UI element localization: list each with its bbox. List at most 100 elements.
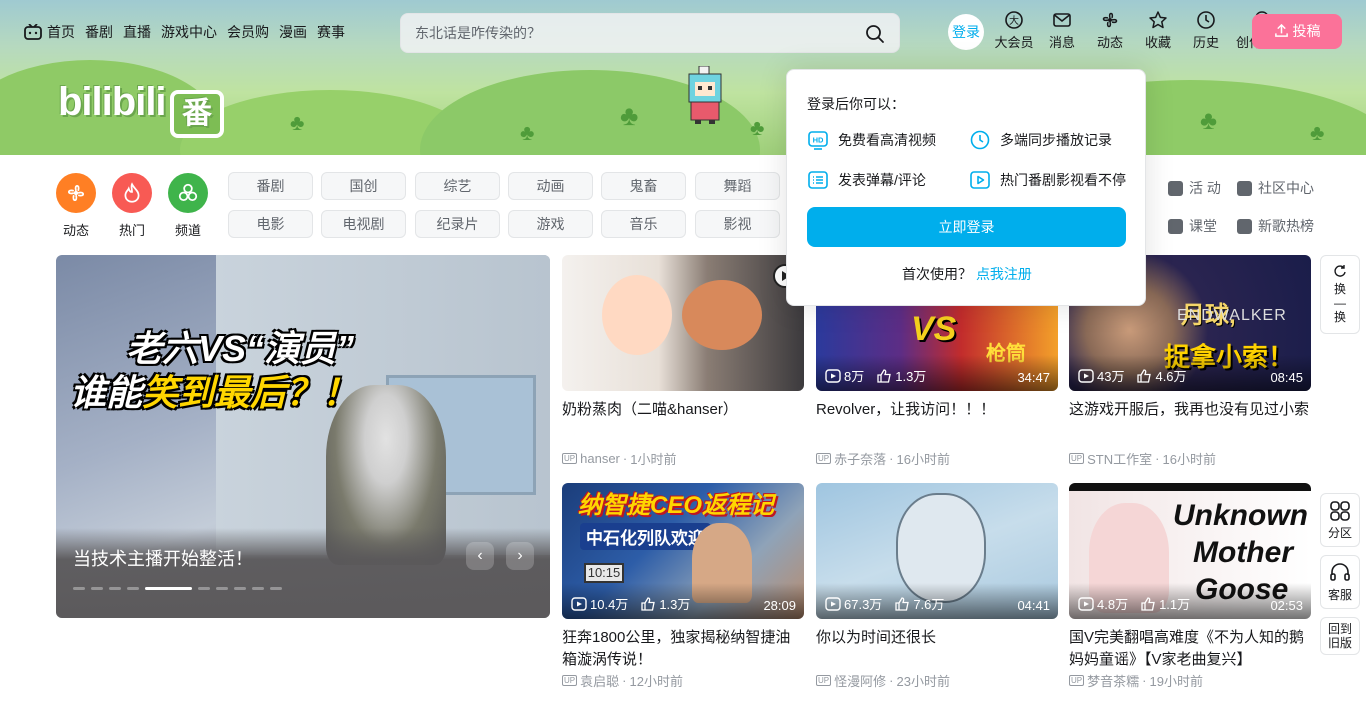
star-icon — [1149, 11, 1167, 29]
tag-game[interactable]: 游戏 — [508, 210, 593, 238]
nav-dynamic[interactable]: 动态 — [1086, 10, 1134, 51]
tag-dance[interactable]: 舞蹈 — [695, 172, 780, 200]
tag-animation[interactable]: 动画 — [508, 172, 593, 200]
carousel-dot[interactable] — [234, 587, 246, 590]
nav-favorite[interactable]: 收藏 — [1134, 10, 1182, 51]
tag-tv[interactable]: 电视剧 — [321, 210, 406, 238]
carousel-dot[interactable] — [73, 587, 85, 590]
up-icon: UP — [562, 675, 578, 686]
carousel-dots[interactable] — [73, 587, 282, 590]
meta-separator: · — [622, 451, 628, 466]
video-thumbnail[interactable]: 纳智捷CEO返程记 中石化列队欢迎 10:15 10.4万 1.3万 28:09 — [562, 483, 804, 619]
upload-button[interactable]: 投稿 — [1252, 14, 1342, 49]
carousel-next-button[interactable]: › — [506, 542, 534, 570]
refresh-button[interactable]: 换 — 换 — [1320, 255, 1360, 334]
nav-game-center[interactable]: 游戏中心 — [161, 22, 217, 42]
like-count-value: 7.6万 — [913, 597, 945, 612]
carousel-dot[interactable] — [270, 587, 282, 590]
nav-mall[interactable]: 会员购 — [227, 22, 269, 42]
extra-activity[interactable]: 活 动 — [1168, 178, 1221, 198]
nav-home[interactable]: 首页 — [47, 22, 75, 42]
mail-icon — [1053, 13, 1071, 27]
channel-channels[interactable]: 频道 — [168, 173, 208, 239]
zone-button[interactable]: 分区 — [1320, 493, 1360, 547]
video-meta[interactable]: UP 赤子奈落 · 16小时前 — [816, 449, 1058, 468]
extra-community[interactable]: 社区中心 — [1237, 178, 1314, 198]
popup-title: 登录后你可以： — [807, 96, 905, 112]
login-avatar-button[interactable]: 登录 — [948, 14, 984, 50]
play-count-icon — [1078, 596, 1094, 611]
carousel-dot[interactable] — [198, 587, 210, 590]
view-count-value: 43万 — [1097, 369, 1125, 384]
video-title[interactable]: 国V完美翻唱高难度《不为人知的鹅妈妈童谣》【V家老曲复兴】 — [1069, 627, 1311, 671]
nav-history[interactable]: 历史 — [1182, 10, 1230, 51]
tag-music[interactable]: 音乐 — [601, 210, 686, 238]
flag-icon — [1168, 180, 1183, 196]
video-card[interactable]: 奶粉蒸肉（二喵&hanser） UP hanser · 1小时前 — [562, 255, 804, 468]
perk-label: 发表弹幕/评论 — [838, 172, 926, 188]
search-box — [400, 13, 900, 53]
carousel-dot[interactable] — [252, 587, 264, 590]
thumb-text: 纳智捷CEO返程记 — [578, 492, 775, 519]
video-thumbnail[interactable]: 67.3万 7.6万 04:41 — [816, 483, 1058, 619]
tag-film[interactable]: 影视 — [695, 210, 780, 238]
nav-vip[interactable]: 大 大会员 — [990, 10, 1038, 51]
tag-guochuang[interactable]: 国创 — [321, 172, 406, 200]
meta-separator: · — [622, 673, 627, 688]
video-thumbnail[interactable] — [562, 255, 804, 391]
bilibili-logo[interactable]: bilibili 番 — [58, 80, 224, 138]
video-meta[interactable]: UP 袁启聪 · 12小时前 — [562, 671, 804, 690]
perk-label: 热门番剧影视看不停 — [1000, 172, 1126, 188]
login-now-button[interactable]: 立即登录 — [807, 207, 1126, 247]
nav-bangumi[interactable]: 番剧 — [85, 22, 113, 42]
nav-manga[interactable]: 漫画 — [279, 22, 307, 42]
video-card[interactable]: 67.3万 7.6万 04:41 你以为时间还很长 UP 怪漫阿修 · 23小时前 — [816, 483, 1058, 690]
tag-movie[interactable]: 电影 — [228, 210, 313, 238]
extra-classroom[interactable]: 课堂 — [1168, 216, 1217, 236]
video-meta[interactable]: UP hanser · 1小时前 — [562, 449, 804, 468]
video-card[interactable]: Unknown Mother Goose 4.8万 1.1万 02:53 国V完… — [1069, 483, 1311, 690]
search-input[interactable] — [415, 23, 845, 43]
carousel-dot[interactable] — [91, 587, 103, 590]
carousel-dot[interactable] — [145, 587, 192, 590]
tag-documentary[interactable]: 纪录片 — [415, 210, 500, 238]
channel-hot[interactable]: 热门 — [112, 173, 152, 239]
nav-message[interactable]: 消息 — [1038, 10, 1086, 51]
carousel-prev-button[interactable]: ‹ — [466, 542, 494, 570]
old-version-button[interactable]: 回到 旧版 — [1320, 617, 1360, 655]
video-meta[interactable]: UP STN工作室 · 16小时前 — [1069, 449, 1311, 468]
nav-live[interactable]: 直播 — [123, 22, 151, 42]
carousel[interactable]: 老六VS“演员” 谁能笑到最后？！ 当技术主播开始整活！ ‹ › — [56, 255, 550, 618]
search-icon[interactable] — [865, 24, 885, 44]
video-meta[interactable]: UP 怪漫阿修 · 23小时前 — [816, 671, 1058, 690]
video-meta[interactable]: UP 梦音茶糯 · 19小时前 — [1069, 671, 1311, 690]
extra-new-songs[interactable]: 新歌热榜 — [1237, 216, 1314, 236]
play-count-icon — [571, 596, 587, 611]
video-title[interactable]: 奶粉蒸肉（二喵&hanser） — [562, 399, 804, 443]
carousel-title[interactable]: 当技术主播开始整活！ — [73, 545, 253, 571]
upload-icon — [1274, 23, 1288, 37]
channel-dynamic[interactable]: 动态 — [56, 173, 96, 239]
tag-variety[interactable]: 综艺 — [415, 172, 500, 200]
carousel-dot[interactable] — [216, 587, 228, 590]
video-stats: 10.4万 1.3万 28:09 — [562, 583, 804, 619]
video-thumbnail[interactable]: Unknown Mother Goose 4.8万 1.1万 02:53 — [1069, 483, 1311, 619]
carousel-dot[interactable] — [127, 587, 139, 590]
tag-kichiku[interactable]: 鬼畜 — [601, 172, 686, 200]
video-title[interactable]: 你以为时间还很长 — [816, 627, 1058, 671]
video-title[interactable]: Revolver，让我访问！！！ — [816, 399, 1058, 443]
carousel-dot[interactable] — [109, 587, 121, 590]
extra-new-songs-label: 新歌热榜 — [1258, 218, 1314, 234]
register-link[interactable]: 点我注册 — [976, 266, 1032, 282]
tag-bangumi[interactable]: 番剧 — [228, 172, 313, 200]
nav-match[interactable]: 赛事 — [317, 22, 345, 42]
like-count: 1.1万 — [1140, 594, 1190, 613]
clover-icon: ♣ — [620, 100, 639, 131]
vip-icon: 大 — [1005, 11, 1023, 29]
video-title[interactable]: 狂奔1800公里，独家揭秘纳智捷油箱漩涡传说！ — [562, 627, 804, 671]
service-button[interactable]: 客服 — [1320, 555, 1360, 609]
video-title[interactable]: 这游戏开服后，我再也没有见过小索 — [1069, 399, 1311, 443]
logo-text: bilibili — [58, 80, 167, 124]
thumbs-up-icon — [1137, 368, 1152, 383]
video-card[interactable]: 纳智捷CEO返程记 中石化列队欢迎 10:15 10.4万 1.3万 28:09… — [562, 483, 804, 690]
